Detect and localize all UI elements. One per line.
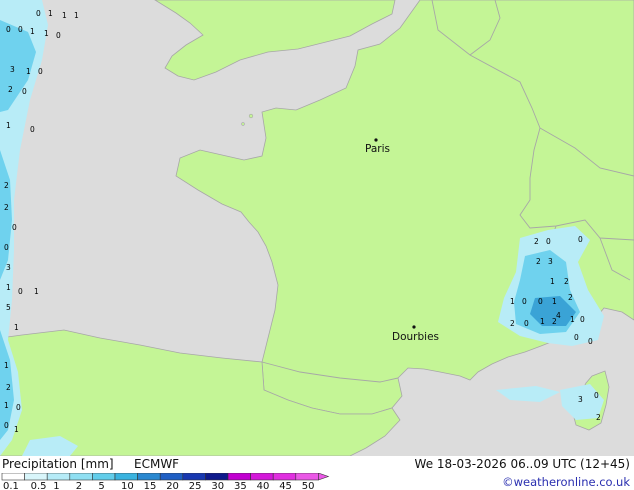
precip-value-label: 2 bbox=[4, 203, 9, 212]
legend-swatch bbox=[295, 473, 319, 481]
legend-swatch bbox=[69, 473, 93, 481]
color-legend: 0.1 0.5 1 2 5 10 15 20 25 30 35 40 45 50 bbox=[1, 473, 330, 490]
precip-value-label: 0 bbox=[538, 297, 543, 306]
precip-value-label: 3 bbox=[578, 395, 583, 404]
precip-value-label: 0 bbox=[18, 25, 23, 34]
precip-value-label: 0 bbox=[36, 9, 41, 18]
legend-tick-label: 50 bbox=[302, 481, 315, 490]
legend-tick-label: 10 bbox=[121, 481, 134, 490]
channel-island bbox=[241, 122, 245, 126]
legend-swatch bbox=[182, 473, 206, 481]
city-label: Dourbies bbox=[392, 331, 439, 343]
precip-value-label: 0 bbox=[6, 25, 11, 34]
precip-value-label: 0 bbox=[16, 403, 21, 412]
legend-tick-label: 35 bbox=[234, 481, 247, 490]
legend-tick-label: 0.5 bbox=[31, 481, 47, 490]
legend-swatch bbox=[1, 473, 25, 481]
precip-value-label: 0 bbox=[524, 319, 529, 328]
precip-value-label: 0 bbox=[594, 391, 599, 400]
legend-swatch bbox=[205, 473, 229, 481]
precip-value-label: 1 bbox=[26, 67, 31, 76]
legend-swatch bbox=[46, 473, 71, 481]
precip-value-label: 1 bbox=[34, 287, 39, 296]
legend-swatch bbox=[24, 473, 48, 481]
precip-value-label: 0 bbox=[4, 421, 9, 430]
precip-value-label: 3 bbox=[10, 65, 15, 74]
city-marker bbox=[374, 138, 378, 142]
precip-value-label: 2 bbox=[4, 181, 9, 190]
precip-value-label: 0 bbox=[578, 235, 583, 244]
precip-value-label: 1 bbox=[6, 121, 11, 130]
legend-swatch bbox=[272, 473, 297, 481]
legend-tick-label: 45 bbox=[279, 481, 292, 490]
precip-value-label: 1 bbox=[74, 11, 79, 20]
precip-value-label: 0 bbox=[580, 315, 585, 324]
precip-value-label: 0 bbox=[522, 297, 527, 306]
precip-value-label: 0 bbox=[546, 237, 551, 246]
precip-value-label: 1 bbox=[6, 283, 11, 292]
precip-value-label: 2 bbox=[564, 277, 569, 286]
precip-value-label: 1 bbox=[44, 29, 49, 38]
legend-swatch bbox=[137, 473, 161, 481]
precip-value-label: 3 bbox=[6, 263, 11, 272]
legend-tick-label: 2 bbox=[76, 481, 82, 490]
legend-swatch bbox=[159, 473, 184, 481]
legend-swatch bbox=[92, 473, 116, 481]
precip-value-label: 2 bbox=[8, 85, 13, 94]
legend-swatch bbox=[227, 473, 251, 481]
precip-value-label: 0 bbox=[38, 67, 43, 76]
precip-value-label: 1 bbox=[540, 317, 545, 326]
precip-value-label: 2 bbox=[534, 237, 539, 246]
precip-value-label: 2 bbox=[510, 319, 515, 328]
city-label: Paris bbox=[365, 143, 390, 155]
precip-value-label: 0 bbox=[12, 223, 17, 232]
channel-island bbox=[248, 113, 254, 119]
precip-value-label: 1 bbox=[550, 277, 555, 286]
precip-value-label: 4 bbox=[556, 311, 561, 320]
legend-tick-label: 40 bbox=[257, 481, 270, 490]
credit-link[interactable]: ©weatheronline.co.uk bbox=[502, 475, 630, 489]
legend-swatch bbox=[250, 473, 274, 481]
precip-value-label: 1 bbox=[4, 361, 9, 370]
legend-tick-label: 15 bbox=[144, 481, 157, 490]
legend-tick-label: 0.1 bbox=[3, 481, 19, 490]
precip-value-label: 1 bbox=[552, 297, 557, 306]
precip-value-label: 1 bbox=[570, 315, 575, 324]
precip-value-label: 2 bbox=[596, 413, 601, 422]
legend-tick-label: 20 bbox=[166, 481, 179, 490]
valid-time: We 18-03-2026 06..09 UTC (12+45) bbox=[414, 457, 630, 471]
precip-value-label: 0 bbox=[30, 125, 35, 134]
precip-value-label: 1 bbox=[4, 401, 9, 410]
precipitation-map: 0 1 1 10 0 1 1 03 1 02 01 0220031 0 151121 00 12 0 02 31 21… bbox=[0, 0, 634, 456]
precip-value-label: 1 bbox=[30, 27, 35, 36]
precip-value-label: 1 bbox=[14, 425, 19, 434]
precip-value-label: 2 bbox=[536, 257, 541, 266]
precip-value-label: 0 bbox=[22, 87, 27, 96]
precip-value-label: 0 bbox=[56, 31, 61, 40]
precip-value-label: 1 bbox=[14, 323, 19, 332]
precip-value-label: 0 bbox=[18, 287, 23, 296]
precip-value-label: 1 bbox=[510, 297, 515, 306]
precip-value-label: 2 bbox=[6, 383, 11, 392]
legend-swatch bbox=[114, 473, 138, 481]
precip-value-label: 1 bbox=[48, 9, 53, 18]
precip-value-label: 0 bbox=[588, 337, 593, 346]
precip-value-label: 1 bbox=[62, 11, 67, 20]
legend-tick-label: 25 bbox=[189, 481, 202, 490]
precip-value-label: 0 bbox=[4, 243, 9, 252]
legend-tick-label: 1 bbox=[53, 481, 59, 490]
legend-overflow-arrow bbox=[318, 473, 330, 481]
precip-value-label: 3 bbox=[548, 257, 553, 266]
map-title: Precipitation [mm] bbox=[2, 457, 114, 471]
model-name: ECMWF bbox=[134, 457, 180, 471]
city-marker bbox=[412, 325, 416, 329]
legend-tick-label: 5 bbox=[98, 481, 104, 490]
legend-tick-label: 30 bbox=[211, 481, 224, 490]
precip-value-label: 5 bbox=[6, 303, 11, 312]
precip-value-label: 0 bbox=[574, 333, 579, 342]
precip-value-label: 2 bbox=[568, 293, 573, 302]
